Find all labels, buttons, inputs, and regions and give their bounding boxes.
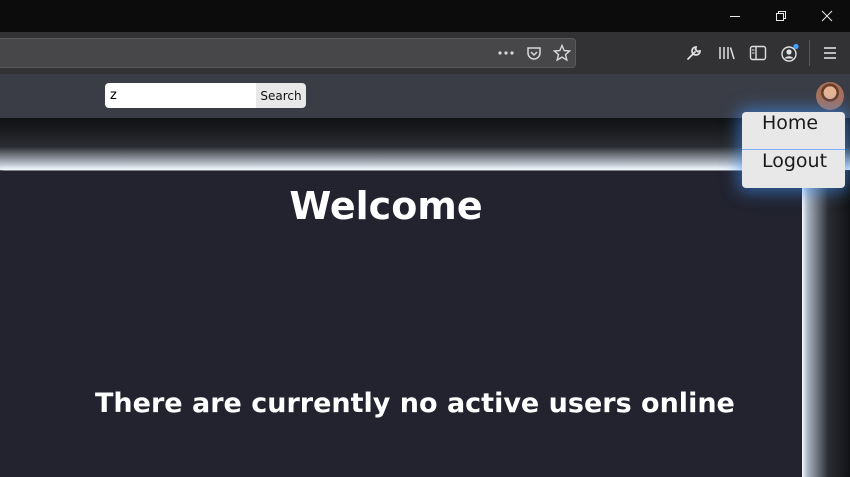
close-window-button[interactable] xyxy=(804,0,850,32)
window-titlebar xyxy=(0,0,850,32)
page-title: Welcome xyxy=(289,184,483,228)
status-message: There are currently no active users onli… xyxy=(95,388,735,419)
restore-button[interactable] xyxy=(758,0,804,32)
bookmark-button[interactable] xyxy=(550,41,574,65)
pocket-icon xyxy=(527,47,541,60)
close-icon xyxy=(821,10,833,22)
minimize-icon xyxy=(730,16,740,17)
toolbar-separator xyxy=(809,40,810,66)
user-dropdown-menu: Home Logout xyxy=(742,112,845,188)
browser-toolbar xyxy=(0,32,850,75)
restore-icon xyxy=(776,11,786,21)
header-shadow xyxy=(0,118,850,170)
menu-item-logout[interactable]: Logout xyxy=(742,149,845,187)
library-icon xyxy=(719,47,735,60)
sidebar-button[interactable] xyxy=(746,41,770,65)
content-edge-glow xyxy=(802,171,850,477)
minimize-button[interactable] xyxy=(712,0,758,32)
wrench-icon xyxy=(687,46,701,60)
url-bar[interactable] xyxy=(0,38,576,68)
search-input[interactable] xyxy=(105,83,256,108)
search-button[interactable]: Search xyxy=(256,83,306,108)
avatar[interactable] xyxy=(816,82,844,110)
pocket-button[interactable] xyxy=(522,41,546,65)
bookmark-star-icon xyxy=(553,44,571,62)
account-icon xyxy=(781,43,799,62)
more-icon xyxy=(498,51,514,55)
site-navbar: Search xyxy=(0,74,850,118)
menu-item-home[interactable]: Home xyxy=(742,112,845,149)
account-button[interactable] xyxy=(778,41,802,65)
devtools-button[interactable] xyxy=(682,41,706,65)
menu-button[interactable] xyxy=(818,41,842,65)
menu-icon xyxy=(824,47,836,59)
more-button[interactable] xyxy=(494,41,518,65)
library-button[interactable] xyxy=(715,41,739,65)
sidebar-icon xyxy=(749,45,767,61)
